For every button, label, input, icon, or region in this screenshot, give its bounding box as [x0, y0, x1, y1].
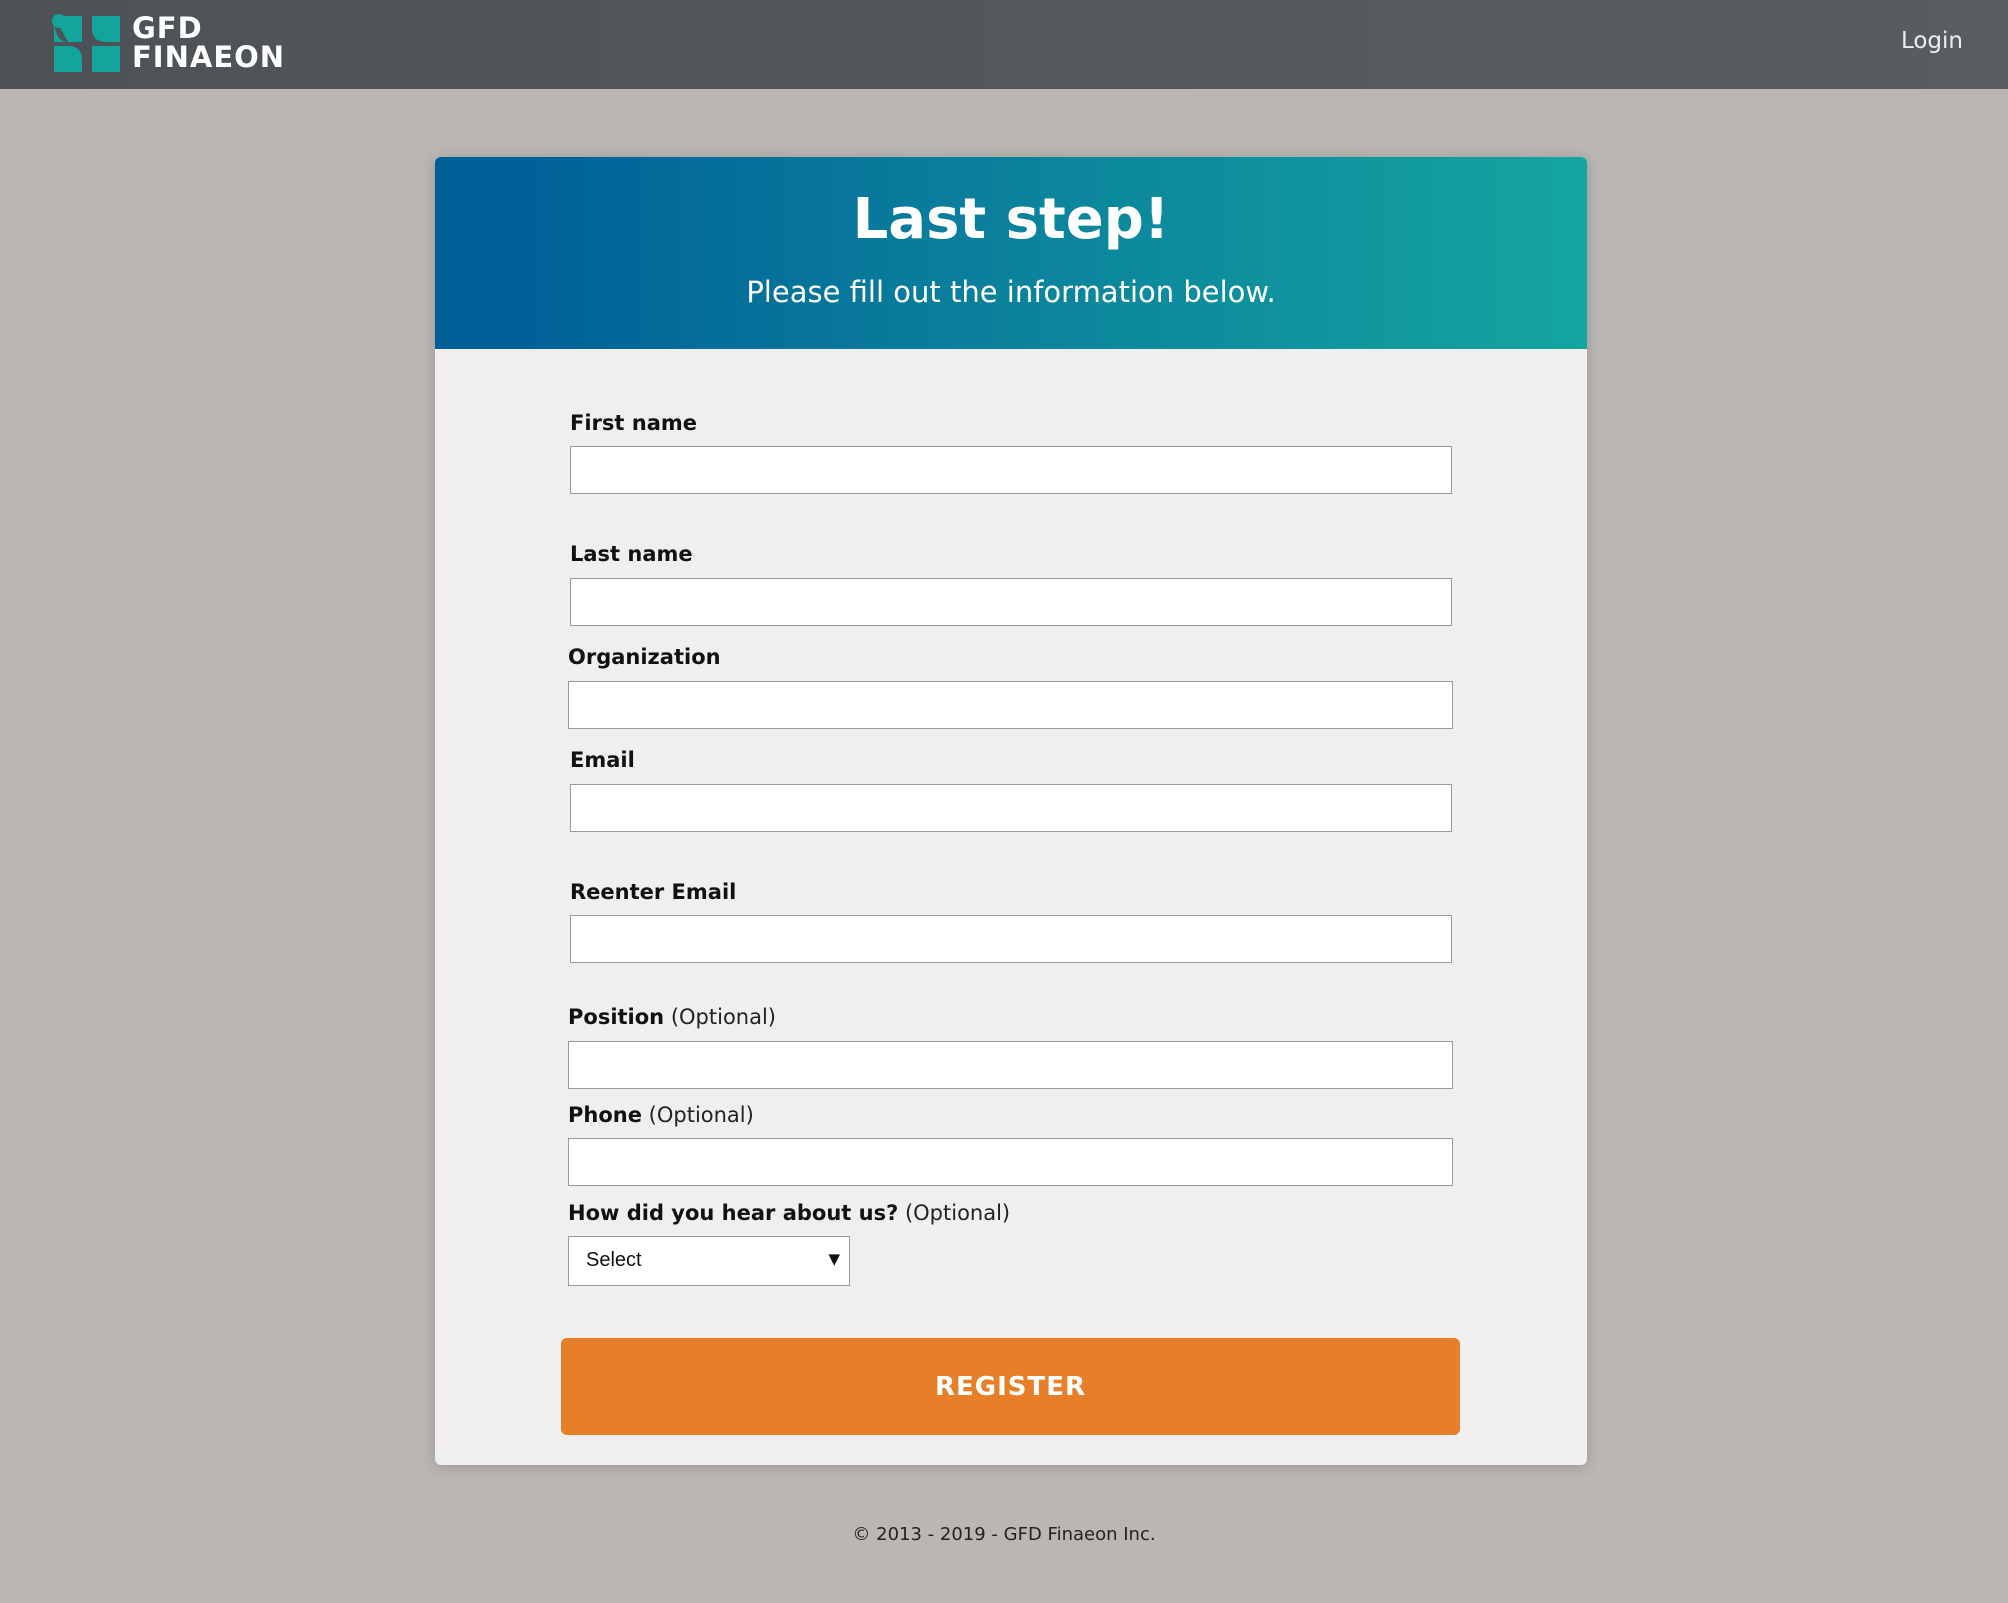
- organization-input[interactable]: [568, 681, 1453, 729]
- organization-label: Organization: [568, 645, 721, 669]
- position-optional-hint: (Optional): [670, 1005, 777, 1029]
- dropdown-arrow-icon: ▼: [828, 1250, 840, 1268]
- card-title: Last step!: [852, 187, 1170, 252]
- last-name-input[interactable]: [570, 578, 1452, 626]
- position-label: Position (Optional): [568, 1005, 777, 1029]
- hear-about-select[interactable]: Select ▼: [568, 1236, 850, 1286]
- hear-about-optional-hint: (Optional): [904, 1201, 1011, 1225]
- top-bar: GFD FINAEON Login: [0, 0, 2008, 89]
- phone-optional-hint: (Optional): [648, 1103, 754, 1127]
- reenter-email-input[interactable]: [570, 915, 1452, 963]
- login-link[interactable]: Login: [1901, 28, 1963, 54]
- phone-label: Phone (Optional): [568, 1103, 754, 1127]
- phone-input[interactable]: [568, 1138, 1453, 1186]
- logo-line-gfd: GFD: [132, 11, 203, 45]
- last-name-label: Last name: [570, 542, 693, 566]
- gfd-finaeon-logo[interactable]: GFD FINAEON: [52, 14, 352, 76]
- hear-about-selected-value: Select: [586, 1249, 642, 1271]
- position-input[interactable]: [568, 1041, 1453, 1089]
- email-label: Email: [570, 748, 635, 772]
- first-name-input[interactable]: [570, 446, 1452, 494]
- first-name-label: First name: [570, 411, 697, 435]
- logo-mark-icon: [52, 14, 120, 72]
- footer-copyright: © 2013 - 2019 - GFD Finaeon Inc.: [852, 1524, 1156, 1545]
- email-input[interactable]: [570, 784, 1452, 832]
- reenter-email-label: Reenter Email: [570, 880, 737, 904]
- card-header: Last step! Please fill out the informati…: [435, 157, 1587, 349]
- register-button[interactable]: REGISTER: [561, 1338, 1460, 1435]
- logo-line-finaeon: FINAEON: [132, 40, 286, 74]
- card-subtitle: Please fill out the information below.: [746, 275, 1276, 309]
- logo-wordmark: GFD FINAEON: [132, 14, 285, 72]
- hear-about-label: How did you hear about us? (Optional): [568, 1201, 1011, 1225]
